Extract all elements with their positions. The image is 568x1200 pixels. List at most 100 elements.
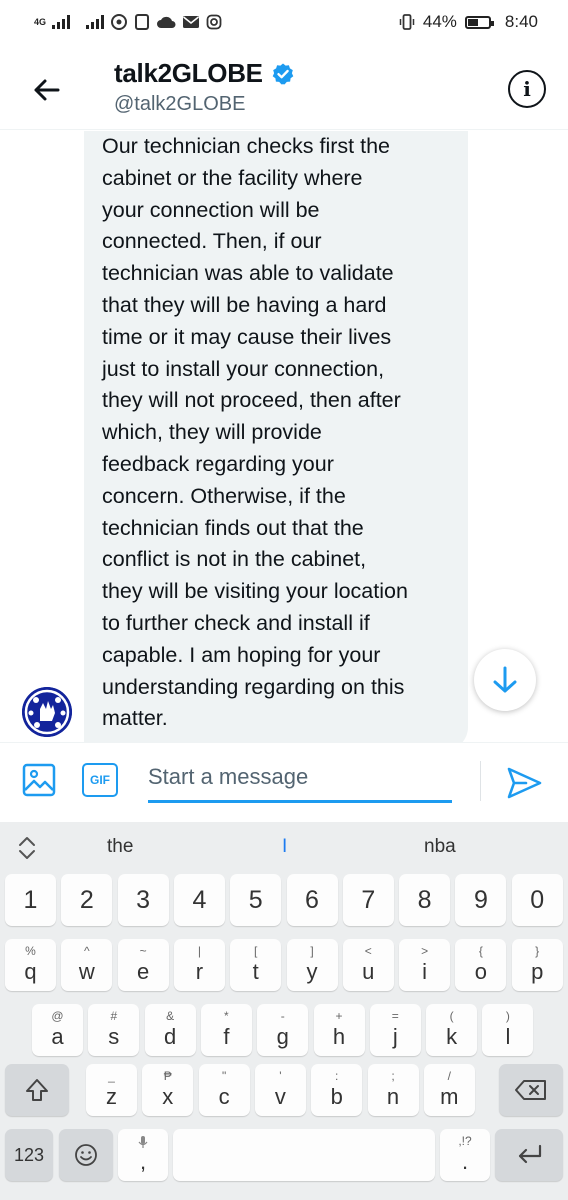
enter-key[interactable] xyxy=(495,1129,563,1181)
key-t[interactable]: [t xyxy=(230,939,282,991)
key-7[interactable]: 7 xyxy=(342,874,394,926)
key-0[interactable]: 0 xyxy=(511,874,563,926)
key-label: l xyxy=(505,1024,511,1049)
symbols-key[interactable]: 123 xyxy=(5,1129,53,1181)
key-1[interactable]: 1 xyxy=(5,874,56,926)
key-alt-symbol: [ xyxy=(254,944,258,958)
image-icon xyxy=(22,763,56,797)
enter-icon xyxy=(518,1144,542,1164)
avatar[interactable] xyxy=(22,687,72,737)
comma-key[interactable]: , xyxy=(118,1129,168,1181)
shift-key[interactable] xyxy=(5,1064,69,1116)
key-alt-symbol: = xyxy=(391,1009,399,1023)
key-9[interactable]: 9 xyxy=(455,874,507,926)
info-button[interactable]: i xyxy=(508,70,546,108)
suggestion-1[interactable]: the xyxy=(107,836,133,858)
sim-icon xyxy=(135,14,150,30)
key-alt-symbol: ; xyxy=(391,1069,395,1083)
send-button[interactable] xyxy=(504,763,544,803)
suggestion-3[interactable]: nba xyxy=(424,836,456,858)
key-q[interactable]: % q xyxy=(5,939,56,991)
key-label: 7 xyxy=(361,885,376,914)
key-d[interactable]: & d xyxy=(144,1004,196,1056)
key-alt-symbol: " xyxy=(221,1069,227,1083)
key-label: r xyxy=(195,959,204,984)
key-4[interactable]: 4 xyxy=(173,874,225,926)
key-p[interactable]: } p xyxy=(511,939,563,991)
key-alt-symbol: & xyxy=(166,1009,175,1023)
key-y[interactable]: ] y xyxy=(286,939,338,991)
key-alt-symbol: ] xyxy=(310,944,314,958)
scroll-to-bottom-button[interactable] xyxy=(474,649,536,711)
gif-button[interactable]: GIF xyxy=(82,763,118,797)
key-i[interactable]: > i xyxy=(399,939,451,991)
key-label: k xyxy=(446,1024,458,1049)
key-v[interactable]: ' v xyxy=(254,1064,306,1116)
period-key[interactable]: ,!? . xyxy=(440,1129,490,1181)
key-b[interactable]: :b xyxy=(311,1064,363,1116)
space-key[interactable] xyxy=(173,1129,435,1181)
key-o[interactable]: {o xyxy=(455,939,507,991)
key-6[interactable]: 6 xyxy=(286,874,338,926)
cellular-signal-icon xyxy=(52,15,71,29)
cloud-icon xyxy=(157,16,176,28)
key-alt-symbol: } xyxy=(535,944,540,958)
key-c[interactable]: " c xyxy=(198,1064,250,1116)
key-2[interactable]: 2 xyxy=(61,874,113,926)
key-label: f xyxy=(223,1024,230,1049)
key-m[interactable]: / m xyxy=(423,1064,475,1116)
arrow-down-icon xyxy=(493,666,517,693)
key-label: j xyxy=(392,1024,398,1049)
title-row: talk2GLOBE xyxy=(114,58,295,89)
key-label: m xyxy=(440,1084,459,1109)
key-8[interactable]: 8 xyxy=(399,874,451,926)
suggestion-2[interactable]: I xyxy=(282,836,287,858)
cursor-control-icon[interactable] xyxy=(16,834,38,862)
key-alt-symbol: ₱ xyxy=(163,1069,172,1083)
key-h[interactable]: + h xyxy=(313,1004,365,1056)
key-3[interactable]: 3 xyxy=(117,874,169,926)
key-alt-symbol: > xyxy=(421,944,429,958)
key-n[interactable]: ; n xyxy=(367,1064,419,1116)
message-input[interactable] xyxy=(148,757,452,803)
media-button[interactable] xyxy=(22,763,56,797)
backspace-key[interactable] xyxy=(499,1064,563,1116)
message-list[interactable]: Our technician checks first the cabinet … xyxy=(0,131,568,742)
key-u[interactable]: < u xyxy=(342,939,394,991)
key-label: i xyxy=(422,959,428,984)
battery-icon xyxy=(464,15,494,29)
key-s[interactable]: # s xyxy=(88,1004,140,1056)
microphone-icon xyxy=(138,1136,148,1148)
key-a[interactable]: @ a xyxy=(32,1004,83,1056)
key-x[interactable]: ₱ x xyxy=(142,1064,194,1116)
key-f[interactable]: * f xyxy=(200,1004,252,1056)
conversation-handle: @talk2GLOBE xyxy=(114,93,246,115)
message-composer: GIF xyxy=(0,742,568,822)
conversation-title: talk2GLOBE xyxy=(114,58,263,88)
back-button[interactable] xyxy=(24,68,68,112)
key-e[interactable]: ~ e xyxy=(117,939,169,991)
key-label: v xyxy=(274,1084,286,1109)
key-row-2: @ a # s & d * f - g + h = j(k) l xyxy=(0,1004,568,1056)
key-alt-symbol: | xyxy=(197,944,201,958)
key-r[interactable]: | r xyxy=(173,939,225,991)
key-k[interactable]: (k xyxy=(426,1004,478,1056)
key-5[interactable]: 5 xyxy=(230,874,282,926)
clock: 8:40 xyxy=(504,12,538,31)
period-key-label: . xyxy=(461,1149,469,1174)
soft-keyboard: the I nba 1234567890 % q ^ w ~ e | r[t] y < u > i{o}… xyxy=(0,822,568,1200)
key-l[interactable]: ) l xyxy=(482,1004,534,1056)
message-bubble[interactable]: Our technician checks first the cabinet … xyxy=(84,131,468,742)
gif-label: GIF xyxy=(90,773,110,787)
key-label: 6 xyxy=(305,885,319,914)
key-w[interactable]: ^ w xyxy=(61,939,113,991)
conversation-title-block[interactable]: talk2GLOBE @talk2GLOBE xyxy=(114,58,295,116)
key-z[interactable]: _ z xyxy=(86,1064,137,1116)
key-label: 2 xyxy=(79,885,94,914)
emoji-key[interactable] xyxy=(59,1129,113,1181)
key-g[interactable]: -g xyxy=(257,1004,309,1056)
key-label: 5 xyxy=(248,885,263,914)
globe-logo-icon xyxy=(22,687,72,737)
key-alt-symbol: : xyxy=(335,1069,339,1083)
key-j[interactable]: = j xyxy=(369,1004,421,1056)
